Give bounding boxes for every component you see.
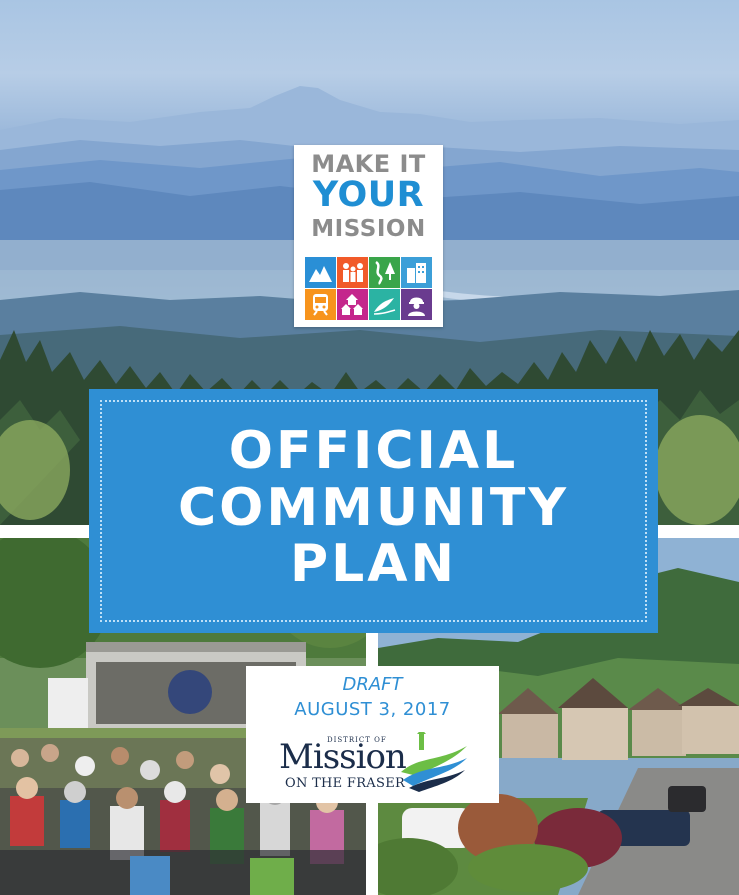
title-line-plan: PLAN xyxy=(289,534,457,594)
district-logo-name: Mission xyxy=(279,737,407,777)
train-icon xyxy=(305,289,336,320)
cover-page: MAKE IT YOUR MISSION OFFICIAL COMMUNITY … xyxy=(0,0,739,895)
logo-line-make-it: MAKE IT xyxy=(311,150,426,178)
logo-icon-grid xyxy=(305,257,433,321)
logo-line-mission: MISSION xyxy=(311,216,426,242)
river-swoosh-icon xyxy=(401,732,467,792)
worker-icon xyxy=(401,289,432,320)
houses-icon xyxy=(337,289,368,320)
draft-info-card: DRAFT AUGUST 3, 2017 DISTRICT OF Mission… xyxy=(246,666,499,803)
district-of-mission-logo: DISTRICT OF Mission ON THE FRASER xyxy=(279,732,469,794)
make-it-your-mission-logo: MAKE IT YOUR MISSION xyxy=(294,145,443,327)
title-line-official: OFFICIAL xyxy=(228,421,519,481)
district-logo-subtitle: ON THE FRASER xyxy=(285,776,406,791)
buildings-icon xyxy=(401,257,432,288)
title-line-community: COMMUNITY xyxy=(177,478,570,538)
family-icon xyxy=(337,257,368,288)
mountains-icon xyxy=(305,257,336,288)
draft-date: AUGUST 3, 2017 xyxy=(294,699,451,720)
fish-icon xyxy=(369,289,400,320)
logo-line-your: YOUR xyxy=(312,175,425,215)
draft-label: DRAFT xyxy=(342,674,403,695)
title-banner: OFFICIAL COMMUNITY PLAN xyxy=(89,389,658,633)
river-trees-icon xyxy=(369,257,400,288)
